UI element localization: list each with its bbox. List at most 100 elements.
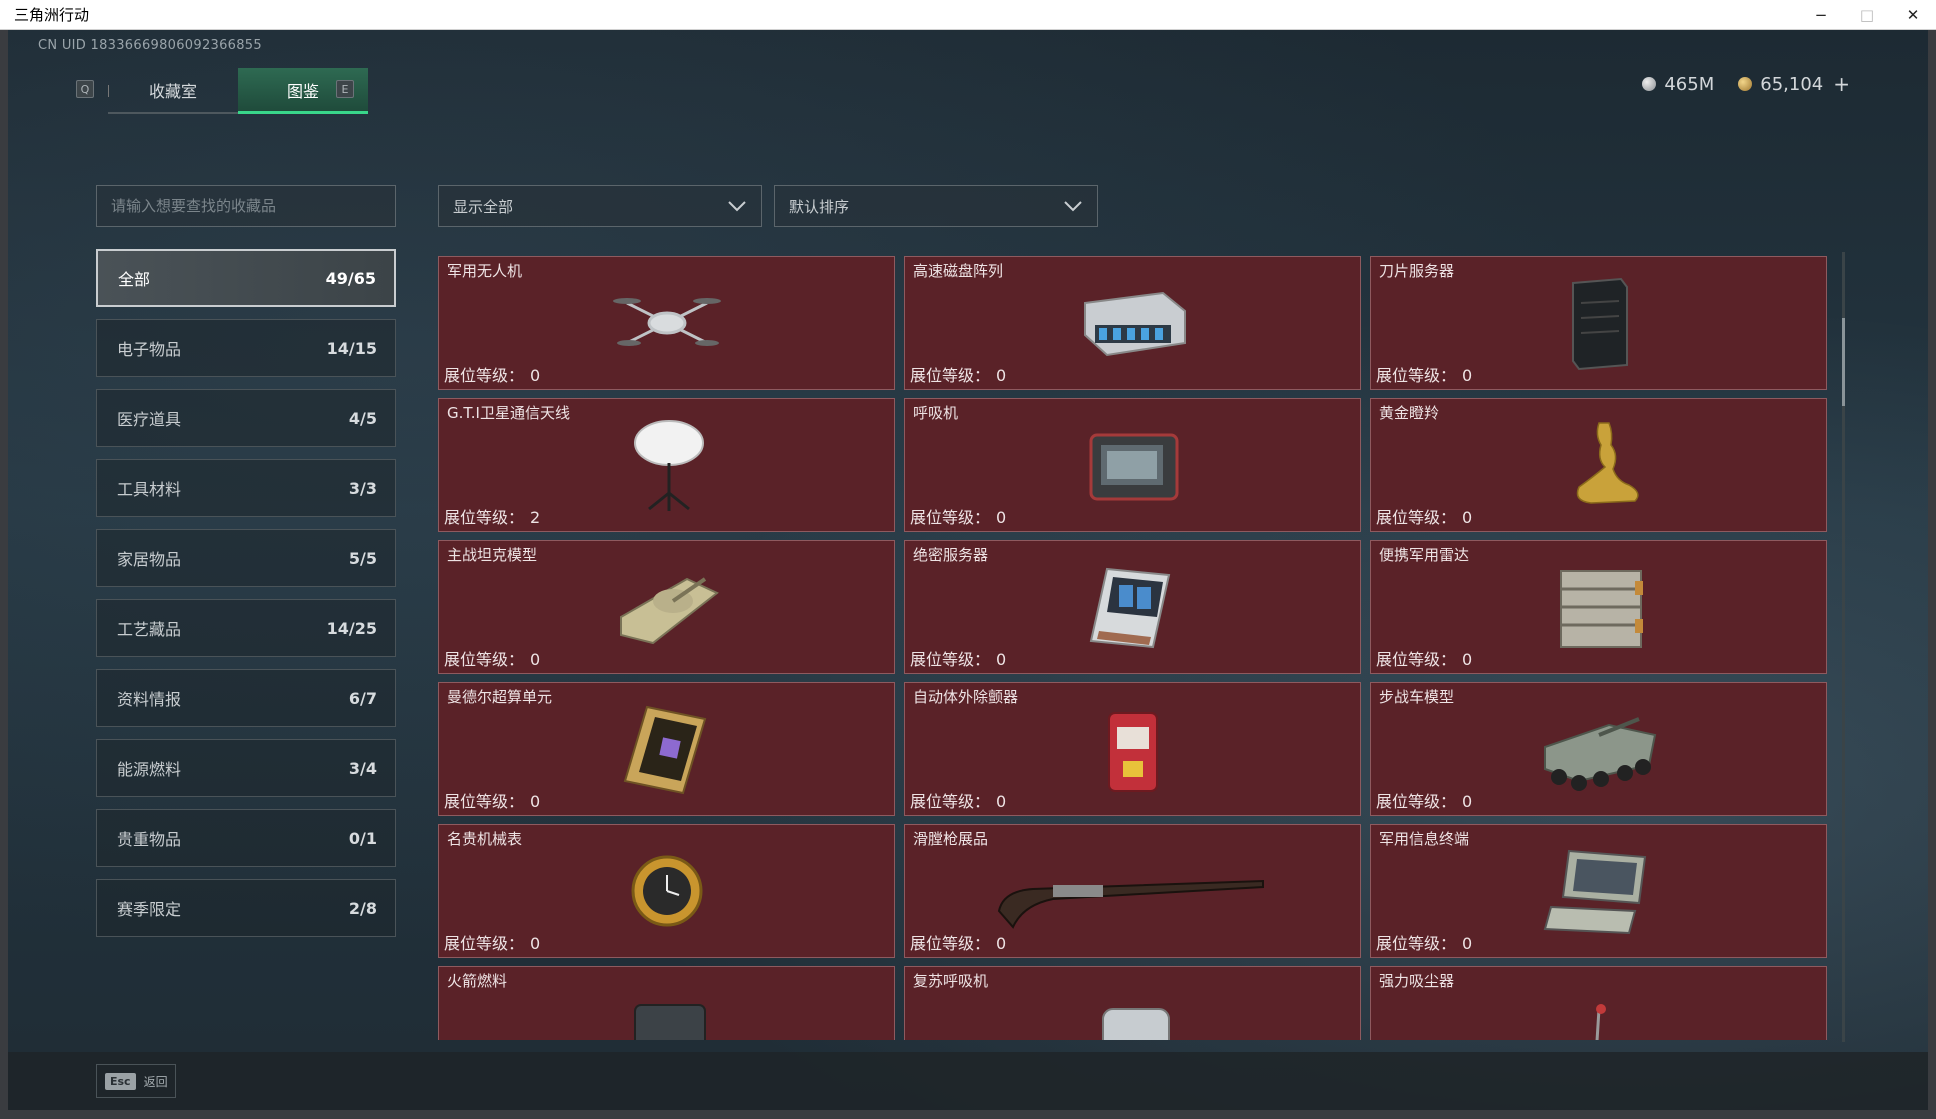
card-item-name: 呼吸机 [913,404,959,422]
card-item-name: 复苏呼吸机 [913,972,989,990]
level-label: 展位等级： [910,792,991,811]
level-value: 0 [996,934,1007,953]
card-level: 展位等级： 0 [910,362,1006,386]
level-value: 0 [530,934,541,953]
category-energy[interactable]: 能源燃料 3/4 [96,739,396,797]
collection-card[interactable]: 火箭燃料 展位等级： [438,966,895,1040]
level-value: 0 [1462,508,1473,527]
maximize-button[interactable]: □ [1844,0,1890,30]
chevron-down-icon [1064,201,1082,212]
collection-card[interactable]: 黄金瞪羚 展位等级： 0 [1370,398,1827,532]
level-value: 0 [1462,366,1473,385]
card-level: 展位等级： 0 [1376,788,1472,812]
card-item-name: 火箭燃料 [447,972,508,990]
category-valuables[interactable]: 贵重物品 0/1 [96,809,396,867]
level-value: 0 [1462,792,1473,811]
level-value: 0 [1462,934,1473,953]
category-count: 3/4 [348,758,377,778]
level-label: 展位等级： [1376,366,1457,385]
card-level: 展位等级： 0 [444,362,540,386]
collection-card[interactable]: 便携军用雷达 展位等级： 0 [1370,540,1827,674]
card-level: 展位等级： 0 [1376,930,1472,954]
sort-dropdown[interactable]: 默认排序 [774,185,1098,227]
sort-dropdown-value: 默认排序 [789,197,850,216]
collection-card[interactable]: 自动体外除颤器 展位等级： 0 [904,682,1361,816]
category-season-limited[interactable]: 赛季限定 2/8 [96,879,396,937]
collection-card[interactable]: 复苏呼吸机 展位等级： [904,966,1361,1040]
close-button[interactable]: ✕ [1890,0,1936,30]
minimize-button[interactable]: − [1798,0,1844,30]
back-button[interactable]: Esc 返回 [96,1064,176,1098]
game-frame: CN UID 18336669806092366855 465M 65,104 … [8,30,1928,1110]
category-label: 工具材料 [117,480,182,499]
collection-card[interactable]: G.T.I卫星通信天线 展位等级： 2 [438,398,895,532]
collection-search-input[interactable] [96,185,396,227]
tab-bar: 收藏室 图鉴 [108,68,368,114]
card-level: 展位等级： 0 [1376,646,1472,670]
collection-card[interactable]: 强力吸尘器 展位等级： [1370,966,1827,1040]
satellite-dish-icon [607,415,727,515]
collection-card[interactable]: 军用无人机 展位等级： 0 [438,256,895,390]
collection-card[interactable]: 曼德尔超算单元 展位等级： 0 [438,682,895,816]
back-label: 返回 [143,1074,168,1089]
collection-card[interactable]: 名贵机械表 展位等级： 0 [438,824,895,958]
esc-key-hint: Esc [105,1072,136,1090]
category-electronics[interactable]: 电子物品 14/15 [96,319,396,377]
level-label: 展位等级： [910,934,991,953]
level-label: 展位等级： [1376,934,1457,953]
card-level: 展位等级： 0 [910,930,1006,954]
category-count: 2/8 [348,898,377,918]
level-value: 0 [996,792,1007,811]
category-label: 资料情报 [117,690,182,709]
level-label: 展位等级： [910,366,991,385]
collection-card[interactable]: 滑膛枪展品 展位等级： 0 [904,824,1361,958]
category-count: 6/7 [348,688,377,708]
level-value: 0 [1462,650,1473,669]
category-all[interactable]: 全部 49/65 [96,249,396,307]
level-label: 展位等级： [910,508,991,527]
level-value: 0 [996,366,1007,385]
filter-dropdown[interactable]: 显示全部 [438,185,762,227]
card-level: 展位等级： 0 [444,930,540,954]
prev-tab-key-hint[interactable]: Q [76,80,94,98]
level-value: 0 [996,650,1007,669]
collection-card[interactable]: 步战车模型 展位等级： 0 [1370,682,1827,816]
drone-icon [607,273,727,373]
card-item-name: 黄金瞪羚 [1379,404,1440,422]
level-value: 0 [530,792,541,811]
card-item-name: 曼德尔超算单元 [447,688,553,706]
level-value: 0 [996,508,1007,527]
card-level: 展位等级： 0 [444,788,540,812]
category-label: 家居物品 [117,550,182,569]
card-level: 展位等级： 0 [1376,362,1472,386]
window-controls: − □ ✕ [1798,0,1936,29]
collection-card[interactable]: 高速磁盘阵列 展位等级： 0 [904,256,1361,390]
disk-array-icon [1073,273,1193,373]
category-label: 医疗道具 [117,410,182,429]
card-item-name: 军用无人机 [447,262,523,280]
level-label: 展位等级： [444,792,525,811]
category-household[interactable]: 家居物品 5/5 [96,529,396,587]
add-currency-button[interactable]: + [1833,72,1850,96]
next-tab-key-hint[interactable]: E [336,80,354,98]
grid-scrollbar-thumb[interactable] [1842,318,1845,406]
collection-card[interactable]: 刀片服务器 展位等级： 0 [1370,256,1827,390]
collection-card[interactable]: 呼吸机 展位等级： 0 [904,398,1361,532]
collection-card[interactable]: 军用信息终端 展位等级： 0 [1370,824,1827,958]
category-intel[interactable]: 资料情报 6/7 [96,669,396,727]
category-medical[interactable]: 医疗道具 4/5 [96,389,396,447]
ifv-model-icon [1539,699,1659,799]
tab-collection-room[interactable]: 收藏室 [108,68,238,114]
card-item-name: 滑膛枪展品 [913,830,989,848]
category-count: 0/1 [348,828,377,848]
tank-model-icon [607,557,727,657]
category-label: 贵重物品 [117,830,182,849]
collection-card[interactable]: 主战坦克模型 展位等级： 0 [438,540,895,674]
silver-amount: 465M [1664,73,1715,95]
resuscitator-icon [1073,983,1193,1040]
category-tools[interactable]: 工具材料 3/3 [96,459,396,517]
category-crafts[interactable]: 工艺藏品 14/25 [96,599,396,657]
card-item-name: 名贵机械表 [447,830,523,848]
card-level: 展位等级： 0 [1376,504,1472,528]
collection-card[interactable]: 绝密服务器 展位等级： 0 [904,540,1361,674]
